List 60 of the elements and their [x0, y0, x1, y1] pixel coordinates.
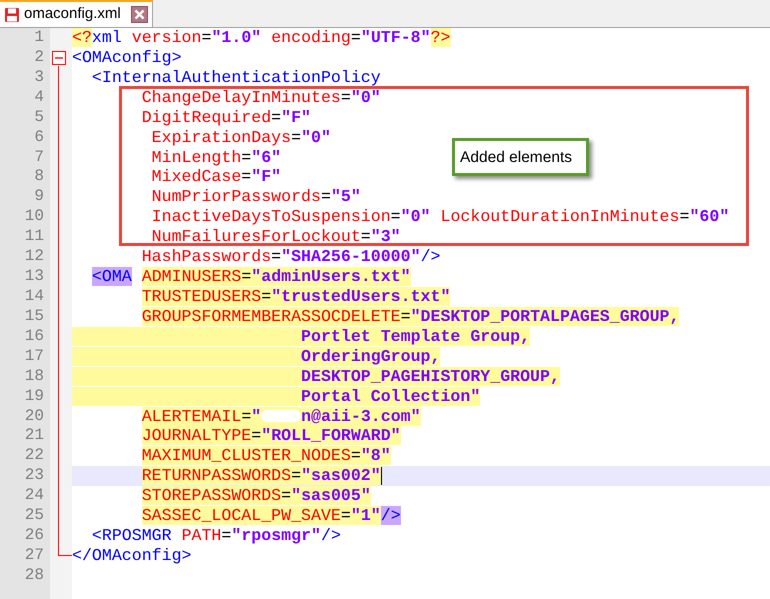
line-number: 1: [33, 28, 45, 48]
text-cursor: [380, 466, 382, 485]
line-number: 10: [24, 207, 45, 228]
code-line: JOURNALTYPE="ROLL_FORWARD": [142, 426, 401, 446]
code-line: HashPasswords="SHA256-10000"/>: [142, 247, 440, 266]
code-line: DigitRequired="F": [142, 108, 312, 127]
line-number: 9: [33, 187, 45, 208]
code-line: </OMAconfig>: [72, 546, 192, 565]
code-line: DESKTOP_PAGEHISTORY_GROUP,: [72, 366, 560, 386]
code-line: Portal Collection": [72, 386, 480, 406]
line-number: 14: [24, 286, 45, 307]
line-number: 4: [33, 88, 45, 108]
code-line: SASSEC_LOCAL_PW_SAVE="1"/>: [142, 506, 401, 526]
line-number: 16: [24, 326, 45, 347]
code-line: Portlet Template Group,: [72, 326, 530, 346]
line-number: 26: [24, 526, 45, 546]
line-number: 20: [24, 406, 45, 426]
close-icon[interactable]: [130, 6, 148, 23]
code-line: STOREPASSWORDS="sas005": [142, 486, 371, 506]
code-line: MixedCase="F": [152, 167, 282, 186]
code-line: <?xml version="1.0" encoding="UTF-8"?>: [72, 28, 450, 47]
code-line: GROUPSFORMEMBERASSOCDELETE="DESKTOP_PORTALPAGES_GROUP,: [142, 306, 680, 326]
file-tab[interactable]: omaconfig.xml: [0, 0, 153, 27]
code-line: InactiveDaysToSuspension="0" LockoutDurationInMinutes="60": [152, 207, 730, 226]
callout-label: Added elements: [452, 138, 589, 176]
fold-collapse-icon[interactable]: [52, 50, 66, 65]
line-number: 6: [33, 128, 45, 148]
code-line: NumFailuresForLockout="3": [152, 227, 401, 246]
line-number: 17: [24, 346, 45, 367]
line-number: 21: [24, 426, 45, 446]
line-number: 15: [24, 306, 45, 327]
line-number: 22: [24, 446, 45, 466]
code-line: <OMA ADMINUSERS="adminUsers.txt": [92, 267, 411, 286]
code-line: OrderingGroup,: [72, 346, 440, 366]
line-number: 13: [24, 267, 45, 287]
code-line: NumPriorPasswords="5": [152, 187, 361, 206]
line-number: 8: [33, 167, 45, 188]
code-line: <RPOSMGR PATH="rposmgr"/>: [92, 526, 341, 546]
line-number: 28: [24, 566, 45, 586]
line-number: 12: [24, 247, 45, 268]
line-number: 2: [33, 48, 45, 68]
line-number: 18: [24, 366, 45, 387]
code-line: MAXIMUM_CLUSTER_NODES="8": [142, 446, 391, 466]
line-number: 7: [33, 148, 45, 168]
code-line: <OMAconfig>: [72, 48, 182, 67]
code-line: ExpirationDays="0": [152, 128, 331, 147]
line-number: 11: [24, 227, 45, 248]
code-line: RETURNPASSWORDS="sas002": [142, 466, 381, 486]
line-number: 27: [24, 546, 45, 566]
line-number: 3: [33, 68, 45, 88]
code-line: TRUSTEDUSERS="trustedUsers.txt": [142, 286, 450, 306]
code-line: <InternalAuthenticationPolicy: [92, 68, 381, 87]
line-number: 5: [33, 108, 45, 128]
line-number: 24: [24, 486, 45, 506]
code-line: ChangeDelayInMinutes="0": [142, 88, 381, 107]
line-number: 23: [24, 466, 45, 486]
line-number: 25: [24, 506, 45, 526]
code-line: MinLength="6": [152, 148, 282, 167]
line-number: 19: [24, 386, 45, 407]
code-line: ALERTEMAIL=" n@aii-3.com": [142, 406, 421, 426]
